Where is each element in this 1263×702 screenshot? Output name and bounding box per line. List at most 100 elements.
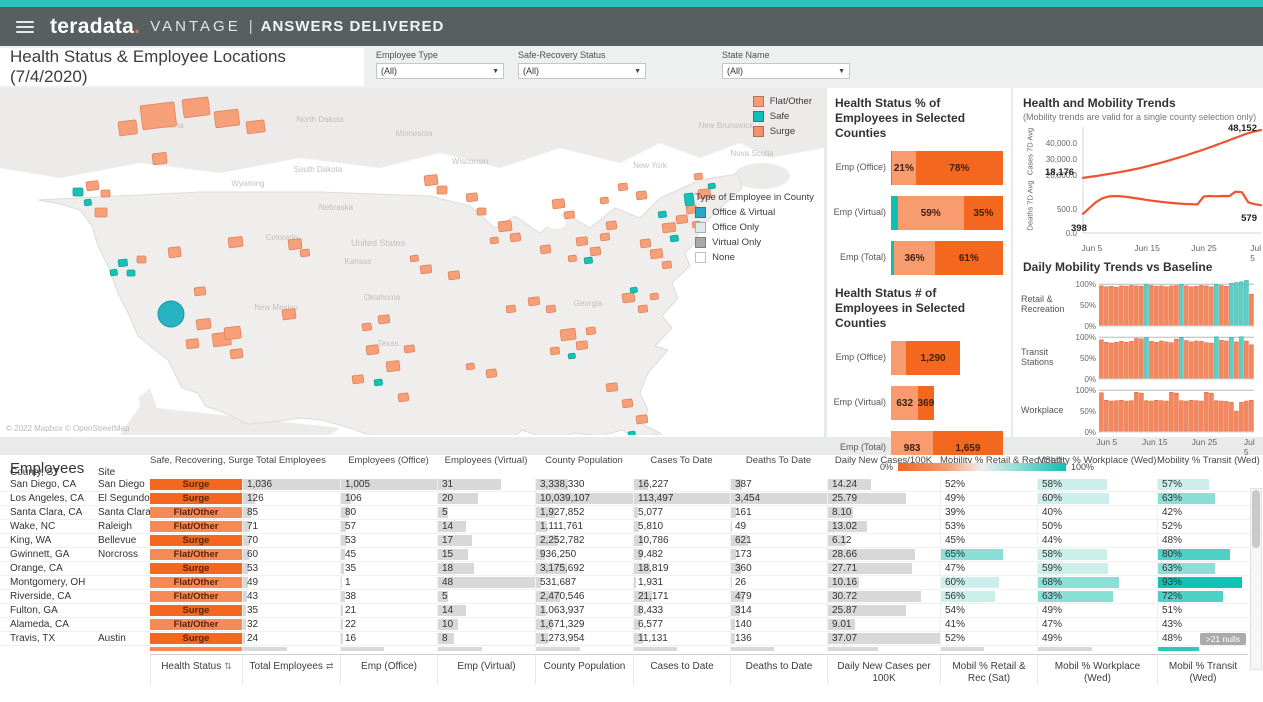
trend-line-plot[interactable] bbox=[1083, 127, 1261, 183]
table-row[interactable]: Montgomery, OHFlat/Other49148531,6871,93… bbox=[0, 576, 1263, 590]
mobility-bar[interactable] bbox=[1200, 341, 1204, 379]
mobility-bar[interactable] bbox=[1235, 411, 1239, 432]
bar-segment-surge[interactable]: 35% bbox=[964, 196, 1003, 230]
mobility-bar[interactable] bbox=[1245, 341, 1249, 379]
county-mark-surge-flat[interactable] bbox=[618, 183, 628, 191]
mobility-bar[interactable] bbox=[1145, 337, 1149, 378]
mobility-bar[interactable] bbox=[1115, 400, 1119, 431]
mobility-bar[interactable] bbox=[1205, 392, 1209, 432]
table-row[interactable]: Riverside, CAFlat/Other433852,470,54621,… bbox=[0, 590, 1263, 604]
county-mark-surge-flat[interactable] bbox=[622, 293, 635, 303]
mobility-bar[interactable] bbox=[1215, 284, 1219, 326]
column-header[interactable]: County Population bbox=[535, 455, 633, 466]
footer-column-label[interactable]: Emp (Virtual) bbox=[437, 654, 535, 684]
county-mark-safe[interactable] bbox=[670, 235, 679, 242]
mobility-bar[interactable] bbox=[1110, 343, 1114, 379]
county-mark-surge-flat[interactable] bbox=[636, 191, 647, 200]
mobility-bar[interactable] bbox=[1140, 286, 1144, 326]
mobility-bar[interactable] bbox=[1195, 341, 1199, 379]
footer-column-label[interactable]: Health Status⇅ bbox=[150, 654, 242, 684]
county-mark-surge-flat[interactable] bbox=[560, 328, 576, 341]
mobility-bar[interactable] bbox=[1220, 285, 1224, 326]
bar-segment-surge[interactable]: 78% bbox=[916, 151, 1003, 185]
county-mark-surge-flat[interactable] bbox=[424, 174, 438, 186]
county-mark-safe[interactable] bbox=[568, 353, 576, 359]
county-mark-surge-flat[interactable] bbox=[662, 261, 672, 269]
county-mark-surge-flat[interactable] bbox=[490, 237, 499, 244]
type-legend-item[interactable]: Office Only bbox=[695, 222, 814, 233]
county-mark-surge-flat[interactable] bbox=[101, 190, 110, 197]
mobility-bar[interactable] bbox=[1110, 286, 1114, 326]
mobility-bar[interactable] bbox=[1190, 287, 1194, 326]
bar-segment-flat-other[interactable]: 36% bbox=[894, 241, 934, 275]
mobility-bar[interactable] bbox=[1130, 285, 1134, 326]
mobility-bar[interactable] bbox=[1230, 337, 1234, 379]
mobility-bar[interactable] bbox=[1115, 342, 1119, 379]
mobility-bars[interactable] bbox=[1099, 331, 1254, 383]
filter-dropdown[interactable]: (All)▼ bbox=[722, 63, 850, 79]
county-mark-surge-flat[interactable] bbox=[398, 393, 409, 402]
county-mark-surge-flat[interactable] bbox=[676, 215, 688, 224]
county-mark-safe[interactable] bbox=[630, 287, 638, 293]
county-mark-surge-flat[interactable] bbox=[622, 399, 633, 408]
mobility-bar[interactable] bbox=[1165, 342, 1169, 379]
mobility-bar[interactable] bbox=[1250, 400, 1254, 432]
mobility-bar[interactable] bbox=[1170, 286, 1174, 326]
mobility-plot[interactable] bbox=[1099, 278, 1254, 331]
mobility-bar[interactable] bbox=[1195, 286, 1199, 326]
column-header[interactable]: Deaths To Date bbox=[730, 455, 827, 466]
county-mark-surge-flat[interactable] bbox=[366, 345, 379, 355]
county-mark-safe[interactable] bbox=[127, 270, 135, 276]
mobility-bar[interactable] bbox=[1190, 342, 1194, 379]
county-mark-surge-flat[interactable] bbox=[386, 360, 400, 372]
county-mark-surge-flat[interactable] bbox=[140, 102, 177, 130]
mobility-bar[interactable] bbox=[1170, 392, 1174, 432]
mobility-bar[interactable] bbox=[1140, 339, 1144, 379]
county-mark-surge-flat[interactable] bbox=[636, 415, 648, 424]
table-row[interactable]: San Diego, CASan DiegoSurge1,0361,005313… bbox=[0, 478, 1263, 492]
bar-segment-safe[interactable] bbox=[891, 196, 898, 230]
county-mark-surge-flat[interactable] bbox=[152, 152, 167, 165]
column-header[interactable]: Employees (Office) bbox=[340, 455, 437, 466]
health-bar[interactable]: 1,290 bbox=[891, 341, 960, 375]
mobility-bar[interactable] bbox=[1185, 401, 1189, 432]
county-mark-surge-flat[interactable] bbox=[650, 249, 663, 259]
county-mark-surge-flat[interactable] bbox=[550, 347, 560, 355]
county-mark-safe[interactable] bbox=[628, 431, 636, 435]
county-mark-safe[interactable] bbox=[374, 379, 383, 386]
mobility-bar[interactable] bbox=[1115, 287, 1119, 326]
trend-line[interactable] bbox=[1083, 191, 1261, 213]
county-mark-surge-flat[interactable] bbox=[300, 249, 310, 257]
footer-column-label[interactable]: Total Employees⇄ bbox=[242, 654, 340, 684]
bar-segment-flat-other[interactable]: 59% bbox=[898, 196, 964, 230]
footer-column-label[interactable]: County Population bbox=[535, 654, 633, 684]
health-bar[interactable]: 632369 bbox=[891, 386, 934, 420]
mobility-bar[interactable] bbox=[1160, 400, 1164, 431]
county-mark-surge-flat[interactable] bbox=[606, 383, 618, 392]
county-mark-safe[interactable] bbox=[684, 193, 694, 206]
county-mark-surge-flat[interactable] bbox=[228, 236, 243, 248]
county-mark-surge-flat[interactable] bbox=[95, 208, 107, 217]
table-row[interactable]: Los Angeles, CAEl SegundoSurge1261062010… bbox=[0, 492, 1263, 506]
trend-line-plot[interactable] bbox=[1083, 185, 1261, 233]
mobility-chart[interactable]: Retail & Recreation100%50%0%Transit Stat… bbox=[1021, 278, 1257, 437]
mobility-bar[interactable] bbox=[1215, 337, 1219, 379]
health-pct-chart[interactable]: Emp (Office)21%78%Emp (Virtual)59%35%Emp… bbox=[833, 151, 1003, 275]
footer-column-label[interactable]: Mobil % Retail & Rec (Sat) bbox=[940, 654, 1037, 684]
mobility-bar[interactable] bbox=[1135, 286, 1139, 326]
county-mark-surge-flat[interactable] bbox=[466, 363, 475, 370]
mobility-bar[interactable] bbox=[1105, 287, 1109, 326]
mobility-bar[interactable] bbox=[1230, 283, 1234, 326]
mobility-bars[interactable] bbox=[1099, 384, 1254, 436]
mobility-bar[interactable] bbox=[1225, 401, 1229, 432]
table-row[interactable]: Fulton, GASurge3521141,063,9378,43331425… bbox=[0, 604, 1263, 618]
hamburger-menu-icon[interactable] bbox=[16, 21, 34, 33]
county-mark-surge-flat[interactable] bbox=[352, 375, 364, 384]
mobility-bar[interactable] bbox=[1185, 340, 1189, 378]
table-row[interactable]: King, WABellevueSurge7053172,252,78210,7… bbox=[0, 534, 1263, 548]
mobility-bar[interactable] bbox=[1220, 401, 1224, 432]
county-mark-surge-flat[interactable] bbox=[546, 305, 556, 313]
mobility-bar[interactable] bbox=[1250, 294, 1254, 326]
bar-segment-flat-other[interactable] bbox=[891, 341, 906, 375]
status-legend-item[interactable]: Safe bbox=[753, 111, 812, 122]
